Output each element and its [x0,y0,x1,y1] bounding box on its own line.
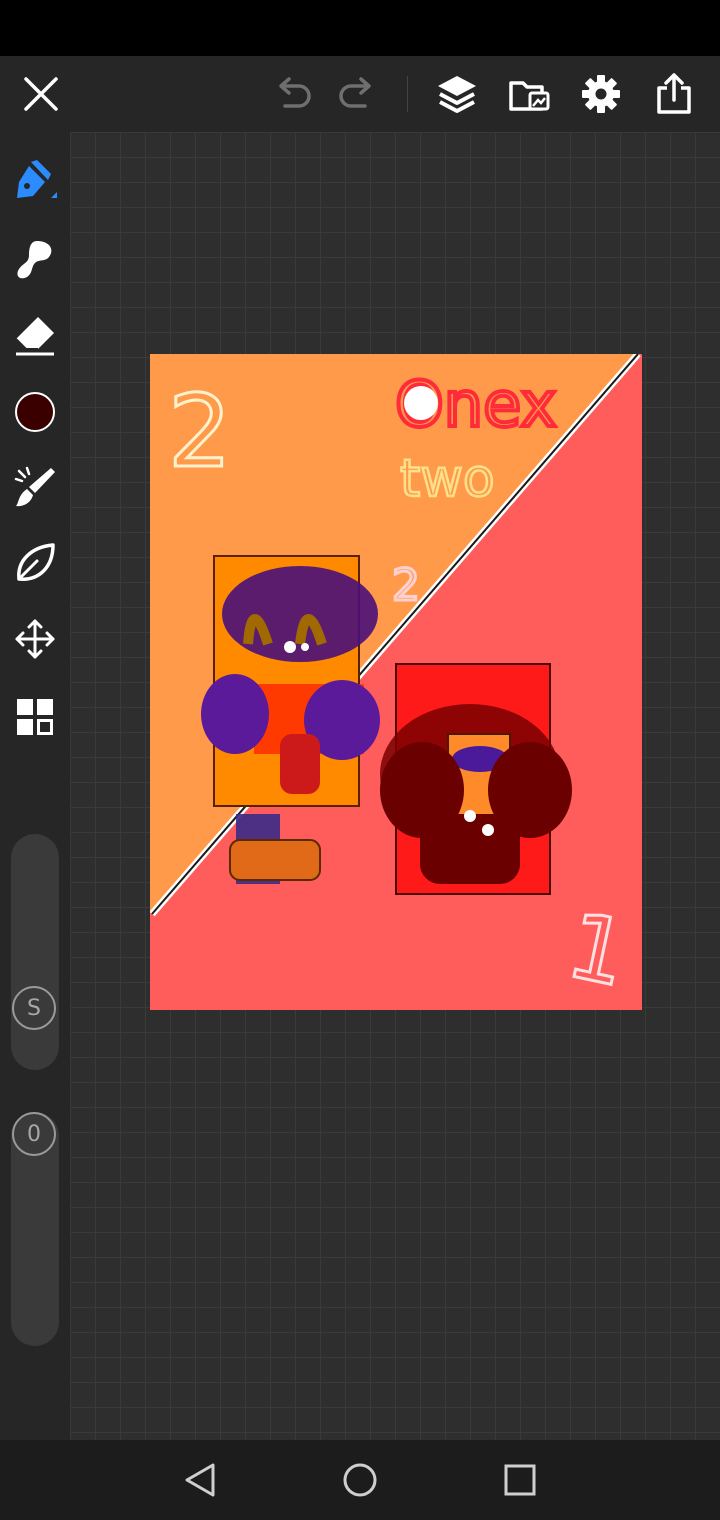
nav-back-button[interactable] [160,1440,240,1520]
nav-recents-button[interactable] [480,1440,560,1520]
brush-size-slider[interactable] [11,834,59,1070]
move-icon [15,619,55,659]
shape-tool-button[interactable] [0,528,70,598]
eraser-tool-button[interactable] [0,300,70,370]
settings-button[interactable] [566,56,636,132]
undo-icon [279,77,311,108]
redo-button[interactable] [322,56,392,132]
grid-icon [17,699,53,735]
artwork-text-mid: 2 [392,560,420,611]
brush-tool-button[interactable] [0,452,70,522]
nav-home-button[interactable] [320,1440,400,1520]
artwork-text-subtitle: two [400,449,495,509]
share-button[interactable] [639,56,709,132]
adjustments-button[interactable] [0,682,70,752]
toolbar-divider [407,76,408,112]
close-icon [24,77,58,111]
artwork-canvas[interactable]: 2 Onex two 2 1 [150,354,642,1010]
current-color-swatch [15,392,55,432]
character-red [380,663,572,895]
brush-size-handle[interactable]: S [12,986,56,1030]
home-icon [343,1463,377,1497]
share-icon [657,73,691,114]
undo-button[interactable] [258,56,328,132]
color-button[interactable] [0,377,70,447]
smudge-tool-button[interactable] [0,224,70,294]
settings-icon [582,75,620,113]
brush-icon [14,466,55,507]
leaf-icon [17,543,55,581]
pen-tool-button[interactable] [0,147,70,217]
top-toolbar [0,56,720,132]
left-toolbar: S 0 [0,132,70,1440]
back-icon [185,1463,215,1497]
transform-tool-button[interactable] [0,604,70,674]
pen-icon [17,160,57,198]
opacity-handle[interactable]: 0 [12,1112,56,1156]
recents-icon [504,1464,536,1496]
close-button[interactable] [6,56,76,132]
smudge-icon [17,241,52,279]
gallery-icon [509,81,550,111]
layers-icon [438,76,476,113]
artwork-text-top-left: 2 [168,373,232,490]
redo-icon [339,77,371,108]
eraser-icon [15,317,54,356]
layers-button[interactable] [422,56,492,132]
navigation-bar [0,1440,720,1520]
status-bar [0,0,720,56]
gallery-button[interactable] [494,56,564,132]
